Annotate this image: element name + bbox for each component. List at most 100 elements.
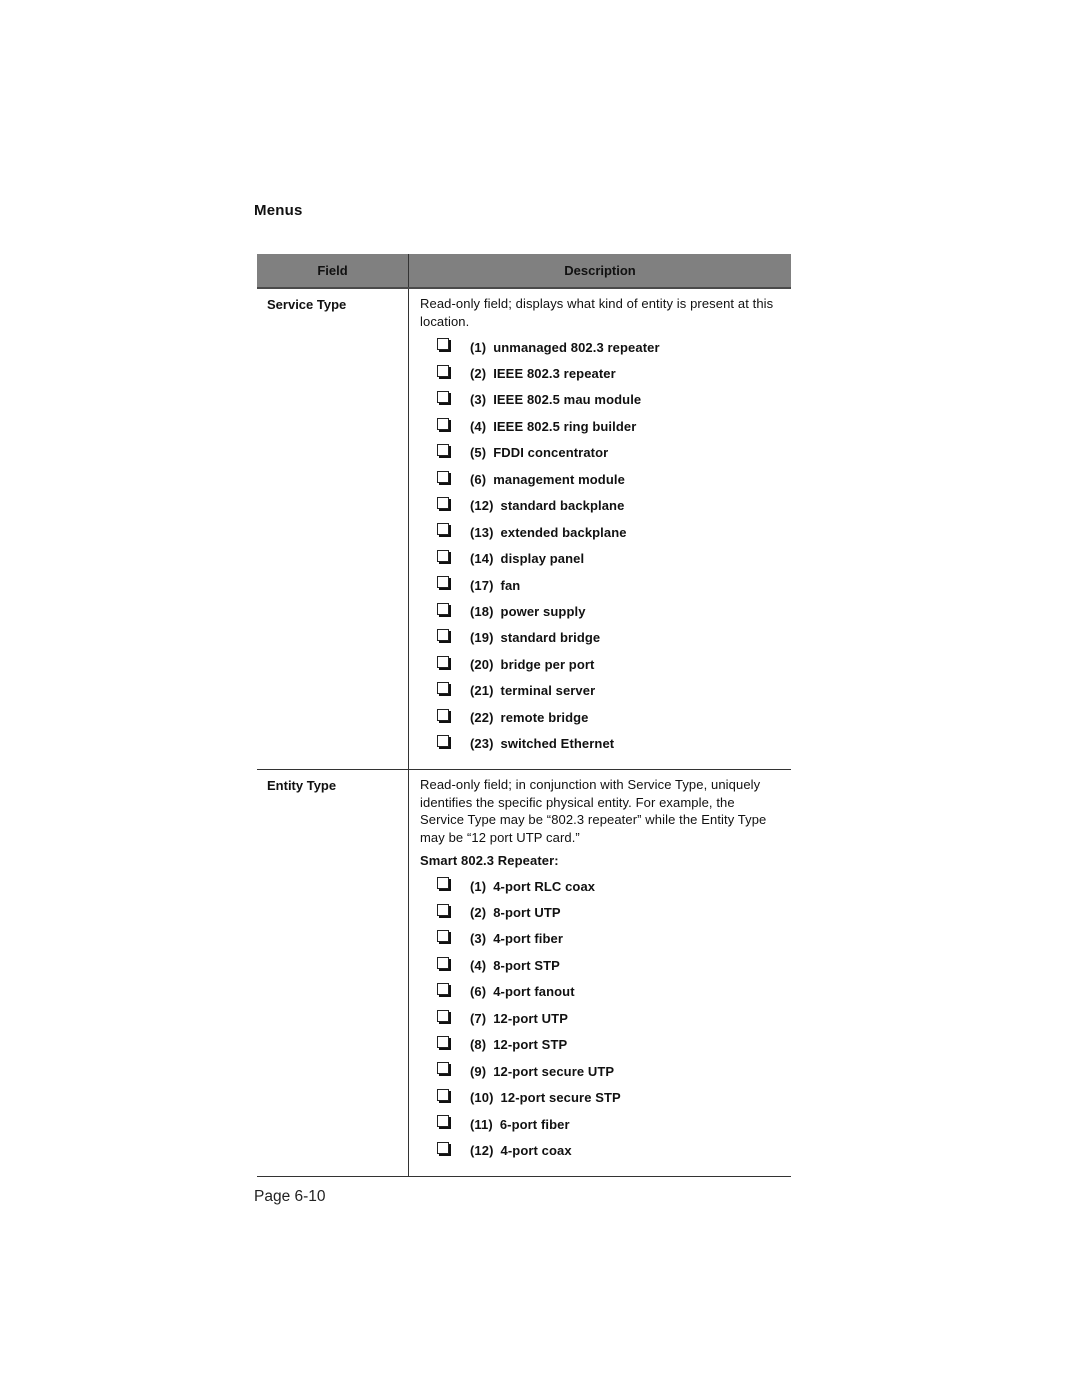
checkbox-bullet-icon	[437, 1088, 449, 1101]
checkbox-bullet-icon	[437, 497, 449, 510]
list-item: (2) IEEE 802.3 repeater	[420, 361, 781, 387]
option-label: display panel	[500, 551, 585, 567]
option-code: (6)	[470, 471, 487, 487]
list-item: (9) 12-port secure UTP	[420, 1058, 781, 1084]
list-item: (7) 12-port UTP	[420, 1005, 781, 1031]
description-text: Read-only field; in conjunction with Ser…	[420, 777, 767, 845]
list-item: (10) 12-port secure STP	[420, 1085, 781, 1111]
list-item: (3) 4-port fiber	[420, 926, 781, 952]
field-name: Entity Type	[257, 770, 409, 1176]
option-label: 8-port STP	[493, 957, 560, 973]
option-label: 12-port secure UTP	[493, 1063, 615, 1079]
option-code: (8)	[470, 1037, 487, 1053]
option-label: 12-port secure STP	[500, 1090, 621, 1106]
option-label: IEEE 802.3 repeater	[493, 366, 616, 382]
checkbox-bullet-icon	[437, 983, 449, 996]
option-code: (1)	[470, 339, 487, 355]
option-label: 12-port STP	[493, 1037, 568, 1053]
checkbox-bullet-icon	[437, 549, 449, 562]
options-subheading: Smart 802.3 Repeater:	[420, 852, 559, 868]
list-item: (12) 4-port coax	[420, 1138, 781, 1164]
option-label: 4-port fanout	[493, 984, 575, 1000]
option-label: remote bridge	[500, 709, 589, 725]
option-label: FDDI concentrator	[493, 445, 609, 461]
page-number: Page 6-10	[254, 1188, 326, 1205]
list-item: (3) IEEE 802.5 mau module	[420, 387, 781, 413]
checkbox-bullet-icon	[437, 930, 449, 943]
list-item: (5) FDDI concentrator	[420, 440, 781, 466]
option-code: (12)	[470, 498, 494, 514]
checkbox-bullet-icon	[437, 391, 449, 404]
option-code: (6)	[470, 984, 487, 1000]
option-label: 4-port fiber	[493, 931, 564, 947]
option-code: (10)	[470, 1090, 494, 1106]
option-code: (4)	[470, 957, 487, 973]
option-label: switched Ethernet	[500, 736, 615, 752]
checkbox-bullet-icon	[437, 470, 449, 483]
table-row: Service Type Read-only field; displays wh…	[257, 289, 791, 771]
option-label: unmanaged 802.3 repeater	[493, 339, 660, 355]
list-item: (2) 8-port UTP	[420, 900, 781, 926]
option-label: power supply	[500, 603, 586, 619]
list-item: (1) 4-port RLC coax	[420, 873, 781, 899]
list-item: (20) bridge per port	[420, 651, 781, 677]
table-row: Entity Type Read-only field; in conjuncti…	[257, 770, 791, 1177]
list-item: (17) fan	[420, 572, 781, 598]
option-label: standard backplane	[500, 498, 625, 514]
option-code: (7)	[470, 1010, 487, 1026]
checkbox-bullet-icon	[437, 417, 449, 430]
option-label: bridge per port	[500, 656, 595, 672]
checkbox-bullet-icon	[437, 1062, 449, 1075]
option-code: (2)	[470, 366, 487, 382]
option-list: (1) unmanaged 802.3 repeater (2) IEEE 802.3…	[420, 334, 781, 757]
option-label: 12-port UTP	[493, 1010, 568, 1026]
list-item: (22) remote bridge	[420, 704, 781, 730]
option-label: extended backplane	[500, 524, 627, 540]
option-code: (20)	[470, 656, 494, 672]
list-item: (4) 8-port STP	[420, 952, 781, 978]
field-name: Service Type	[257, 289, 409, 770]
option-label: IEEE 802.5 mau module	[493, 392, 642, 408]
option-label: fan	[500, 577, 521, 593]
option-label: standard bridge	[500, 630, 601, 646]
option-code: (13)	[470, 524, 494, 540]
section-title: Menus	[254, 202, 303, 219]
option-label: 4-port RLC coax	[493, 878, 596, 894]
list-item: (4) IEEE 802.5 ring builder	[420, 414, 781, 440]
field-description-cell: Read-only field; displays what kind of e…	[409, 289, 791, 769]
option-label: 6-port fiber	[499, 1116, 570, 1132]
option-code: (2)	[470, 905, 487, 921]
option-code: (17)	[470, 577, 494, 593]
column-header-description: Description	[564, 262, 636, 278]
checkbox-bullet-icon	[437, 523, 449, 536]
list-item: (1) unmanaged 802.3 repeater	[420, 334, 781, 360]
checkbox-bullet-icon	[437, 903, 449, 916]
option-label: IEEE 802.5 ring builder	[493, 418, 637, 434]
checkbox-bullet-icon	[437, 602, 449, 615]
option-label: management module	[493, 471, 625, 487]
list-item: (21) terminal server	[420, 678, 781, 704]
list-item: (12) standard backplane	[420, 493, 781, 519]
option-code: (19)	[470, 630, 494, 646]
checkbox-bullet-icon	[437, 444, 449, 457]
list-item: (14) display panel	[420, 546, 781, 572]
list-item: (11) 6-port fiber	[420, 1111, 781, 1137]
checkbox-bullet-icon	[437, 1141, 449, 1154]
checkbox-bullet-icon	[437, 629, 449, 642]
checkbox-bullet-icon	[437, 956, 449, 969]
checkbox-bullet-icon	[437, 682, 449, 695]
list-item: (18) power supply	[420, 599, 781, 625]
checkbox-bullet-icon	[437, 364, 449, 377]
description-text: Read-only field; displays what kind of e…	[420, 296, 774, 329]
checkbox-bullet-icon	[437, 708, 449, 721]
checkbox-bullet-icon	[437, 655, 449, 668]
field-description-table: Field Description Service Type Read-only …	[257, 254, 791, 1177]
table-body: Service Type Read-only field; displays wh…	[257, 289, 791, 1177]
option-label: 4-port coax	[500, 1142, 572, 1158]
table-header: Field Description	[257, 254, 791, 289]
list-item: (13) extended backplane	[420, 519, 781, 545]
option-code: (3)	[470, 931, 487, 947]
option-code: (12)	[470, 1142, 494, 1158]
checkbox-bullet-icon	[437, 1115, 449, 1128]
checkbox-bullet-icon	[437, 338, 449, 351]
